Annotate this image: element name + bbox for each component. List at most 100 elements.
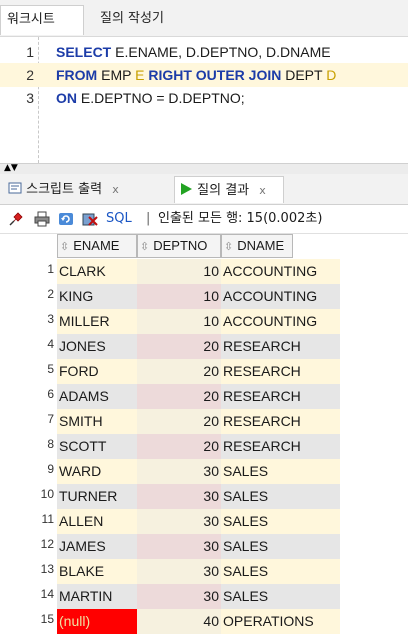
cell-ename[interactable]: SCOTT (57, 434, 137, 459)
cell-dname[interactable]: RESEARCH (221, 434, 340, 459)
sort-icon[interactable]: ⇳ (140, 241, 149, 253)
column-header-label: ENAME (73, 238, 120, 253)
cell-deptno[interactable]: 20 (137, 359, 221, 384)
table-row[interactable]: 15 (null) 40 OPERATIONS (0, 609, 408, 634)
sql-code: FROM EMP E RIGHT OUTER JOIN DEPT D (56, 63, 336, 87)
cell-ename[interactable]: TURNER (57, 484, 137, 509)
cell-deptno[interactable]: 20 (137, 409, 221, 434)
table-row[interactable]: 7 SMITH 20 RESEARCH (0, 409, 408, 434)
table-row[interactable]: 13 BLAKE 30 SALES (0, 559, 408, 584)
cell-deptno[interactable]: 30 (137, 584, 221, 609)
cell-dname[interactable]: OPERATIONS (221, 609, 340, 634)
cell-dname[interactable]: RESEARCH (221, 409, 340, 434)
cell-deptno[interactable]: 30 (137, 459, 221, 484)
sql-text: EMP (97, 67, 136, 83)
cell-ename[interactable]: FORD (57, 359, 137, 384)
cell-deptno[interactable]: 30 (137, 509, 221, 534)
cell-deptno[interactable]: 20 (137, 334, 221, 359)
cell-dname[interactable]: ACCOUNTING (221, 309, 340, 334)
sql-keyword: RIGHT OUTER JOIN (144, 67, 282, 83)
cell-dname[interactable]: SALES (221, 559, 340, 584)
cell-dname[interactable]: RESEARCH (221, 359, 340, 384)
table-row[interactable]: 10 TURNER 30 SALES (0, 484, 408, 509)
row-number: 14 (40, 587, 54, 601)
cell-deptno[interactable]: 10 (137, 284, 221, 309)
sql-line[interactable]: 1 SELECT E.ENAME, D.DEPTNO, D.DNAME (0, 40, 408, 64)
tab-query-result[interactable]: 질의 결과 x (174, 176, 284, 203)
cell-dname[interactable]: SALES (221, 584, 340, 609)
cell-ename[interactable]: JONES (57, 334, 137, 359)
sql-line[interactable]: 2 FROM EMP E RIGHT OUTER JOIN DEPT D (0, 63, 408, 87)
table-row[interactable]: 8 SCOTT 20 RESEARCH (0, 434, 408, 459)
column-header-ename[interactable]: ⇳ ENAME (57, 234, 137, 258)
sql-editor[interactable]: 1 SELECT E.ENAME, D.DEPTNO, D.DNAME 2 FROM … (0, 37, 408, 163)
cell-deptno[interactable]: 40 (137, 609, 221, 634)
export-icon[interactable] (82, 211, 98, 227)
cell-dname[interactable]: SALES (221, 484, 340, 509)
sql-text: E.DEPTNO = D.DEPTNO; (77, 90, 245, 106)
tab-script-output[interactable]: 스크립트 출력 x (4, 176, 168, 203)
cell-deptno[interactable]: 10 (137, 259, 221, 284)
sql-line[interactable]: 3 ON E.DEPTNO = D.DEPTNO; (0, 86, 408, 110)
script-output-icon (8, 182, 22, 194)
sql-code: ON E.DEPTNO = D.DEPTNO; (56, 86, 245, 110)
row-number: 5 (47, 362, 54, 376)
sort-icon[interactable]: ⇳ (60, 241, 69, 253)
table-row[interactable]: 4 JONES 20 RESEARCH (0, 334, 408, 359)
tab-query-builder[interactable]: 질의 작성기 (96, 5, 164, 35)
cell-ename[interactable]: KING (57, 284, 137, 309)
sort-icon[interactable]: ⇳ (224, 241, 233, 253)
fetch-status-text: 인출된 모든 행: 15(0.002초) (158, 211, 323, 226)
cell-ename[interactable]: CLARK (57, 259, 137, 284)
cell-deptno[interactable]: 30 (137, 534, 221, 559)
cell-ename[interactable]: WARD (57, 459, 137, 484)
column-header-deptno[interactable]: ⇳ DEPTNO (137, 234, 221, 258)
cell-ename[interactable]: SMITH (57, 409, 137, 434)
table-row[interactable]: 2 KING 10 ACCOUNTING (0, 284, 408, 309)
cell-dname[interactable]: RESEARCH (221, 334, 340, 359)
cell-dname[interactable]: SALES (221, 509, 340, 534)
cell-deptno[interactable]: 20 (137, 384, 221, 409)
cell-dname[interactable]: SALES (221, 459, 340, 484)
cell-dname[interactable]: ACCOUNTING (221, 284, 340, 309)
tab-worksheet[interactable]: 워크시트 (0, 5, 84, 35)
table-row[interactable]: 5 FORD 20 RESEARCH (0, 359, 408, 384)
sql-text: DEPT (281, 67, 327, 83)
cell-deptno[interactable]: 30 (137, 484, 221, 509)
table-row[interactable]: 12 JAMES 30 SALES (0, 534, 408, 559)
cell-ename[interactable]: BLAKE (57, 559, 137, 584)
cell-ename[interactable]: MARTIN (57, 584, 137, 609)
cell-dname[interactable]: RESEARCH (221, 384, 340, 409)
toolbar-separator: | (146, 211, 151, 226)
column-header-dname[interactable]: ⇳ DNAME (221, 234, 293, 258)
cell-ename[interactable]: (null) (57, 609, 137, 634)
line-number: 3 (26, 90, 34, 106)
cell-deptno[interactable]: 30 (137, 559, 221, 584)
close-script-output-icon[interactable]: x (112, 183, 119, 196)
cell-dname[interactable]: ACCOUNTING (221, 259, 340, 284)
cell-deptno[interactable]: 10 (137, 309, 221, 334)
table-row[interactable]: 11 ALLEN 30 SALES (0, 509, 408, 534)
print-icon[interactable] (34, 211, 50, 227)
row-number: 8 (47, 437, 54, 451)
table-row[interactable]: 6 ADAMS 20 RESEARCH (0, 384, 408, 409)
table-row[interactable]: 3 MILLER 10 ACCOUNTING (0, 309, 408, 334)
close-query-result-icon[interactable]: x (259, 184, 266, 197)
column-header-label: DEPTNO (153, 238, 208, 253)
cell-ename[interactable]: MILLER (57, 309, 137, 334)
cell-ename[interactable]: ALLEN (57, 509, 137, 534)
sql-text: E.ENAME, D.DEPTNO, D.DNAME (111, 44, 331, 60)
table-row[interactable]: 9 WARD 30 SALES (0, 459, 408, 484)
cell-deptno[interactable]: 20 (137, 434, 221, 459)
pin-icon[interactable] (8, 211, 24, 227)
cell-ename[interactable]: JAMES (57, 534, 137, 559)
sql-button[interactable]: SQL (106, 205, 132, 233)
table-row[interactable]: 1 CLARK 10 ACCOUNTING (0, 259, 408, 284)
cell-ename[interactable]: ADAMS (57, 384, 137, 409)
row-number: 3 (47, 312, 54, 326)
sql-keyword: FROM (56, 67, 98, 83)
cell-dname[interactable]: SALES (221, 534, 340, 559)
refresh-icon[interactable] (58, 211, 74, 227)
splitter-arrows-icon[interactable]: ▲▼ (4, 164, 18, 173)
table-row[interactable]: 14 MARTIN 30 SALES (0, 584, 408, 609)
